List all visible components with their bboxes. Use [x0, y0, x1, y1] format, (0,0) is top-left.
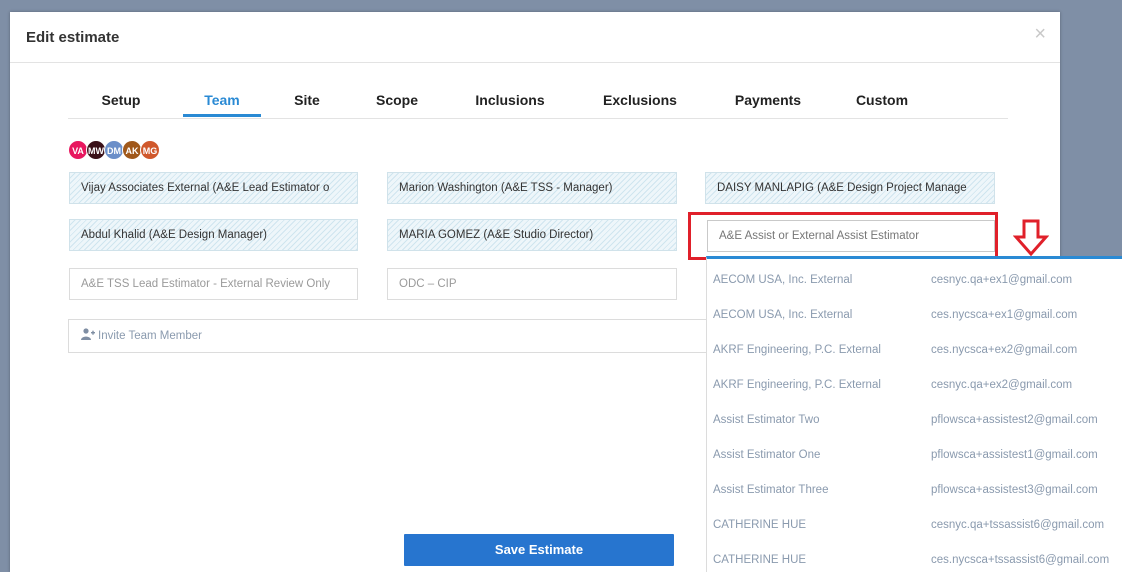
tab-payments[interactable]: Payments [728, 92, 808, 116]
arrow-down-icon [1013, 219, 1049, 257]
tab-inclusions[interactable]: Inclusions [472, 92, 548, 116]
list-item[interactable]: AKRF Engineering, P.C. External cesnyc.q… [707, 369, 1122, 404]
list-item[interactable]: AECOM USA, Inc. External cesnyc.qa+ex1@g… [707, 264, 1122, 299]
list-item[interactable]: Assist Estimator Two pflowsca+assistest2… [707, 404, 1122, 439]
invite-placeholder: Invite Team Member [98, 330, 202, 342]
list-item-name: Assist Estimator One [713, 449, 821, 461]
highlight-annotation-box [688, 212, 998, 260]
team-role-tss-manager[interactable]: Marion Washington (A&E TSS - Manager) [387, 172, 677, 204]
tab-custom[interactable]: Custom [853, 92, 911, 116]
invite-team-member-input[interactable]: Invite Team Member [68, 319, 718, 353]
list-item-email: pflowsca+assistest3@gmail.com [931, 484, 1098, 496]
list-item[interactable]: Assist Estimator Three pflowsca+assistes… [707, 474, 1122, 509]
list-item[interactable]: Assist Estimator One pflowsca+assistest1… [707, 439, 1122, 474]
list-item-name: AECOM USA, Inc. External [713, 309, 853, 321]
list-item-email: cesnyc.qa+ex1@gmail.com [931, 274, 1073, 286]
list-item-name: Assist Estimator Three [713, 484, 829, 496]
avatar[interactable]: DM [104, 140, 124, 160]
avatar[interactable]: VA [68, 140, 88, 160]
list-item-email: cesnyc.qa+tssassist6@gmail.com [931, 519, 1105, 531]
team-role-design-project-manager[interactable]: DAISY MANLAPIG (A&E Design Project Manag… [705, 172, 995, 204]
list-item-email: pflowsca+assistest2@gmail.com [931, 414, 1098, 426]
modal-header: Edit estimate × [10, 12, 1060, 63]
list-item-email: ces.nycsca+ex2@gmail.com [931, 344, 1078, 356]
list-item[interactable]: AECOM USA, Inc. External ces.nycsca+ex1@… [707, 299, 1122, 334]
list-item[interactable]: CATHERINE HUE cesnyc.qa+tssassist6@gmail… [707, 509, 1122, 544]
save-estimate-button[interactable]: Save Estimate [404, 534, 674, 566]
list-item-name: Assist Estimator Two [713, 414, 820, 426]
avatar[interactable]: MW [86, 140, 106, 160]
close-icon[interactable]: × [1034, 24, 1046, 44]
team-role-odc-cip[interactable]: ODC – CIP [387, 268, 677, 300]
tab-site[interactable]: Site [287, 92, 327, 116]
tab-team[interactable]: Team [183, 92, 261, 117]
team-role-lead-estimator[interactable]: Vijay Associates External (A&E Lead Esti… [69, 172, 358, 204]
list-item-email: pflowsca+assistest1@gmail.com [931, 449, 1098, 461]
team-role-studio-director[interactable]: MARIA GOMEZ (A&E Studio Director) [387, 219, 677, 251]
add-user-icon [81, 328, 95, 340]
list-item-email: ces.nycsca+ex1@gmail.com [931, 309, 1078, 321]
tab-setup[interactable]: Setup [98, 92, 144, 116]
list-item[interactable]: CATHERINE HUE ces.nycsca+tssassist6@gmai… [707, 544, 1122, 572]
team-role-tss-lead-estimator[interactable]: A&E TSS Lead Estimator - External Review… [69, 268, 358, 300]
list-item[interactable]: AKRF Engineering, P.C. External ces.nycs… [707, 334, 1122, 369]
modal-title: Edit estimate [26, 29, 120, 46]
list-item-email: cesnyc.qa+ex2@gmail.com [931, 379, 1073, 391]
tab-scope[interactable]: Scope [372, 92, 422, 116]
team-role-design-manager[interactable]: Abdul Khalid (A&E Design Manager) [69, 219, 358, 251]
avatar[interactable]: MG [140, 140, 160, 160]
list-item-email: ces.nycsca+tssassist6@gmail.com [931, 554, 1110, 566]
tab-exclusions[interactable]: Exclusions [600, 92, 680, 116]
tab-bar: Setup Team Site Scope Inclusions Exclusi… [68, 92, 1008, 119]
list-item-name: AECOM USA, Inc. External [713, 274, 853, 286]
list-item-name: AKRF Engineering, P.C. External [713, 344, 881, 356]
list-item-name: CATHERINE HUE [713, 554, 807, 566]
avatar[interactable]: AK [122, 140, 142, 160]
assist-estimator-dropdown: AECOM USA, Inc. External cesnyc.qa+ex1@g… [706, 256, 1122, 572]
list-item-name: CATHERINE HUE [713, 519, 807, 531]
list-item-name: AKRF Engineering, P.C. External [713, 379, 881, 391]
